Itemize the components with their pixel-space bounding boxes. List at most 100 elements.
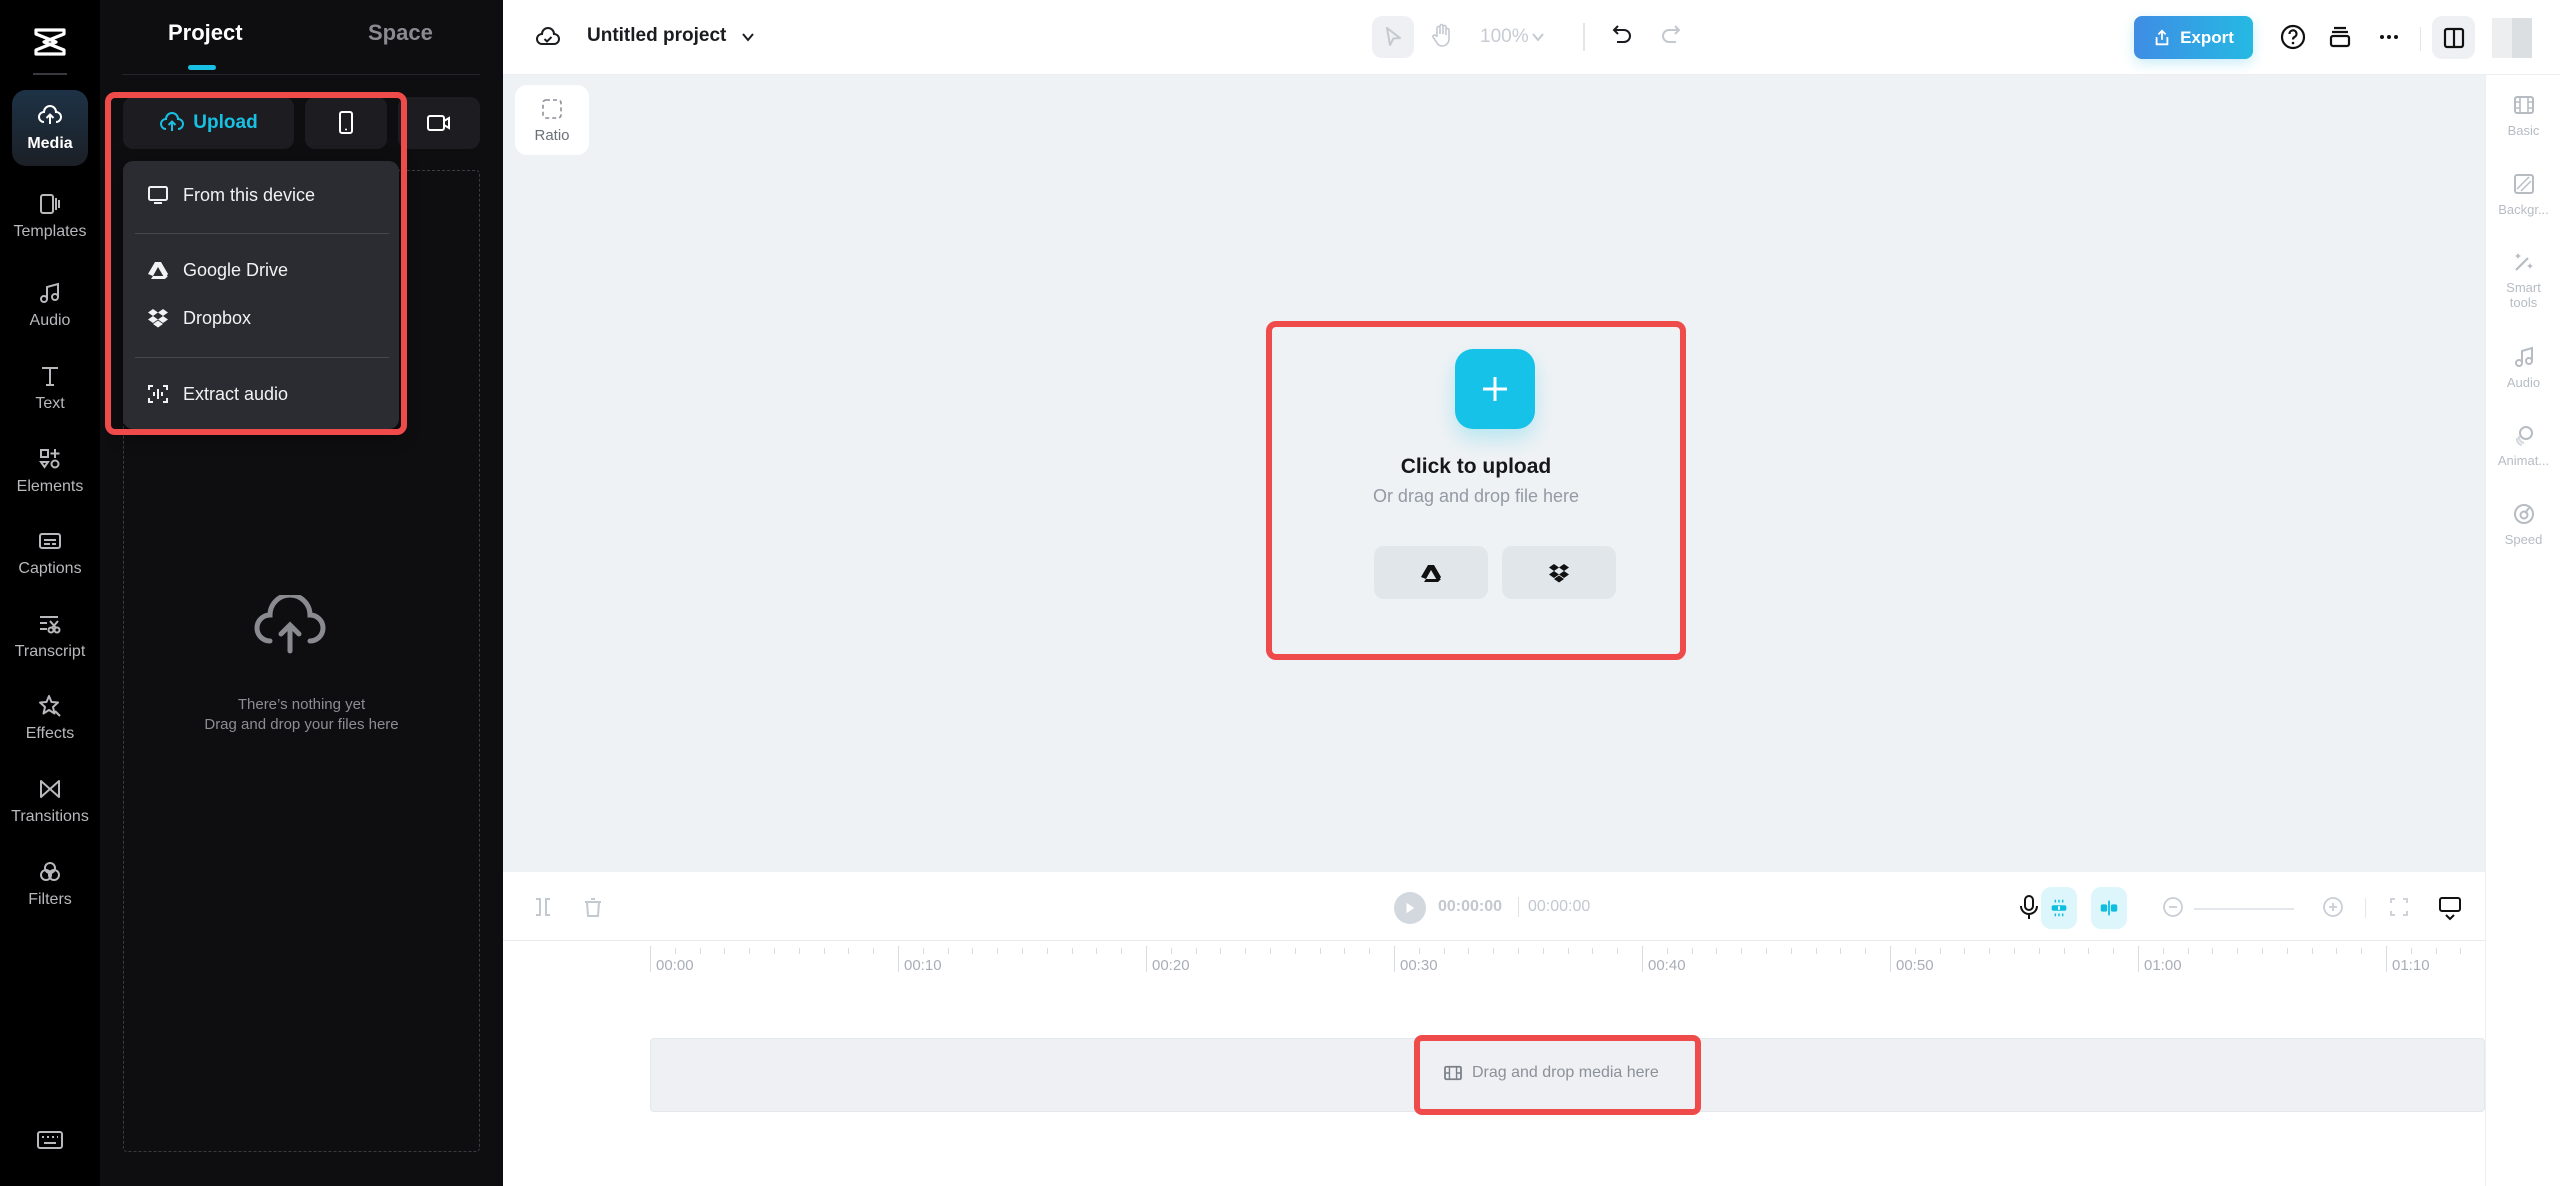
zoom-level-select[interactable]: 100%: [1480, 26, 1529, 48]
chevron-down-icon[interactable]: [1530, 30, 1546, 44]
cloud-upload-icon: [252, 595, 328, 655]
split-button[interactable]: [532, 896, 554, 918]
ruler-minor-tick: [2336, 948, 2338, 954]
ruler-minor-tick: [873, 948, 875, 954]
ruler-minor-tick: [1195, 948, 1197, 954]
rail-item-templates[interactable]: Templates: [12, 178, 88, 254]
export-button[interactable]: Export: [2134, 16, 2253, 59]
ruler-minor-tick: [2063, 948, 2065, 954]
cloud-saved-icon[interactable]: [535, 24, 561, 50]
chevron-down-icon[interactable]: [740, 30, 756, 44]
minus-circle-icon: [2163, 897, 2183, 917]
rail-item-filters[interactable]: Filters: [12, 846, 88, 922]
ruler-tick-label: 00:50: [1896, 957, 1934, 974]
ruler-minor-tick: [674, 948, 676, 954]
ruler-major-tick: [650, 946, 651, 972]
ruler-minor-tick: [1865, 948, 1867, 954]
timeline-zoom-out-button[interactable]: [2162, 896, 2184, 918]
fit-timeline-button[interactable]: [2388, 896, 2410, 918]
ruler-minor-tick: [1716, 948, 1718, 954]
keyboard-icon: [37, 1131, 63, 1149]
select-tool-button[interactable]: [1372, 16, 1414, 58]
preview-monitor-button[interactable]: [2437, 895, 2463, 921]
record-button[interactable]: [398, 97, 480, 149]
rail-label: Transitions: [11, 808, 89, 825]
ruler-minor-tick: [1766, 948, 1767, 954]
hand-tool-button[interactable]: [1428, 22, 1456, 50]
ruler-minor-tick: [1567, 948, 1569, 954]
rp-label: Speed: [2504, 532, 2543, 547]
rp-item-speed[interactable]: Speed: [2486, 502, 2560, 547]
rail-item-media[interactable]: Media: [12, 90, 88, 166]
elements-icon: [39, 449, 60, 469]
ruler-minor-tick: [2162, 948, 2164, 954]
ruler-minor-tick: [2361, 948, 2363, 954]
more-options-button[interactable]: [2375, 23, 2403, 51]
play-button[interactable]: [1394, 892, 1426, 924]
ruler-minor-tick: [1270, 948, 1271, 954]
rp-item-animation[interactable]: Animat...: [2486, 423, 2560, 468]
ruler-minor-tick: [2014, 948, 2015, 954]
timeline-separator: [2365, 898, 2366, 918]
fullscreen-icon: [2390, 898, 2408, 916]
timeline-ruler[interactable]: 00:00 00:10 00:20 00:30 00:40 00:50 01:00 01:10: [650, 946, 2485, 986]
project-title[interactable]: Untitled project: [587, 25, 726, 47]
keyboard-shortcuts-button[interactable]: [36, 1128, 64, 1152]
ruler-tick-label: 00:30: [1400, 957, 1438, 974]
captions-icon: [39, 533, 61, 549]
ruler-minor-tick: [2113, 948, 2115, 954]
effects-star-icon: [39, 695, 61, 717]
share-upload-icon: [2155, 29, 2169, 45]
ruler-minor-tick: [2262, 948, 2263, 954]
timeline-zoom-slider[interactable]: [2194, 908, 2294, 910]
logo-divider: [33, 73, 67, 75]
ruler-minor-tick: [1369, 948, 1371, 954]
total-time: 00:00:00: [1528, 898, 1591, 915]
ruler-minor-tick: [823, 948, 825, 954]
timeline-toolbar-divider: [503, 940, 2485, 941]
rp-label: Backgr...: [2498, 202, 2549, 217]
ruler-minor-tick: [724, 948, 726, 954]
auto-snap-toggle[interactable]: [2041, 887, 2077, 929]
layers-button[interactable]: [2326, 23, 2354, 51]
rail-label: Filters: [28, 891, 72, 908]
rp-item-basic[interactable]: Basic: [2486, 93, 2560, 138]
record-voiceover-button[interactable]: [2016, 893, 2042, 921]
rail-item-elements[interactable]: Elements: [12, 433, 88, 509]
ruler-minor-tick: [1071, 948, 1073, 954]
monitor-dropdown-icon: [2439, 897, 2461, 921]
rail-label: Templates: [13, 223, 87, 240]
user-avatar[interactable]: [2492, 18, 2532, 58]
undo-icon: [1612, 25, 1631, 43]
delete-button[interactable]: [582, 895, 604, 919]
rp-item-background[interactable]: Backgr...: [2486, 172, 2560, 217]
ruler-minor-tick: [1121, 948, 1123, 954]
rail-label: Effects: [25, 725, 75, 742]
tab-space[interactable]: Space: [368, 20, 433, 46]
rail-item-transitions[interactable]: Transitions: [11, 763, 89, 839]
rp-item-audio[interactable]: Audio: [2486, 345, 2560, 390]
undo-button[interactable]: [1609, 22, 1637, 50]
link-split-icon: [2100, 900, 2118, 916]
rail-item-text[interactable]: Text: [12, 350, 88, 426]
rail-label: Text: [35, 395, 65, 412]
tab-project[interactable]: Project: [168, 20, 243, 46]
rail-item-transcript[interactable]: Transcript: [12, 598, 88, 674]
filters-icon: [40, 862, 60, 881]
text-icon: [42, 367, 58, 386]
timeline-zoom-in-button[interactable]: [2322, 896, 2344, 918]
rail-item-captions[interactable]: Captions: [12, 515, 88, 591]
toggle-layout-button[interactable]: [2432, 16, 2475, 59]
toolbar-separator: [1583, 23, 1585, 51]
rail-item-audio[interactable]: Audio: [12, 267, 88, 343]
rail-item-effects[interactable]: Effects: [12, 680, 88, 756]
redo-button[interactable]: [1656, 22, 1684, 50]
help-button[interactable]: [2279, 23, 2307, 51]
linkage-toggle[interactable]: [2091, 887, 2127, 929]
ruler-minor-tick: [2311, 948, 2313, 954]
ruler-minor-tick: [2410, 948, 2412, 954]
split-icon: [536, 898, 550, 916]
capcut-logo-icon[interactable]: [30, 22, 70, 62]
rp-item-smart-tools[interactable]: Smart tools: [2486, 250, 2560, 310]
ratio-button[interactable]: Ratio: [515, 85, 589, 155]
